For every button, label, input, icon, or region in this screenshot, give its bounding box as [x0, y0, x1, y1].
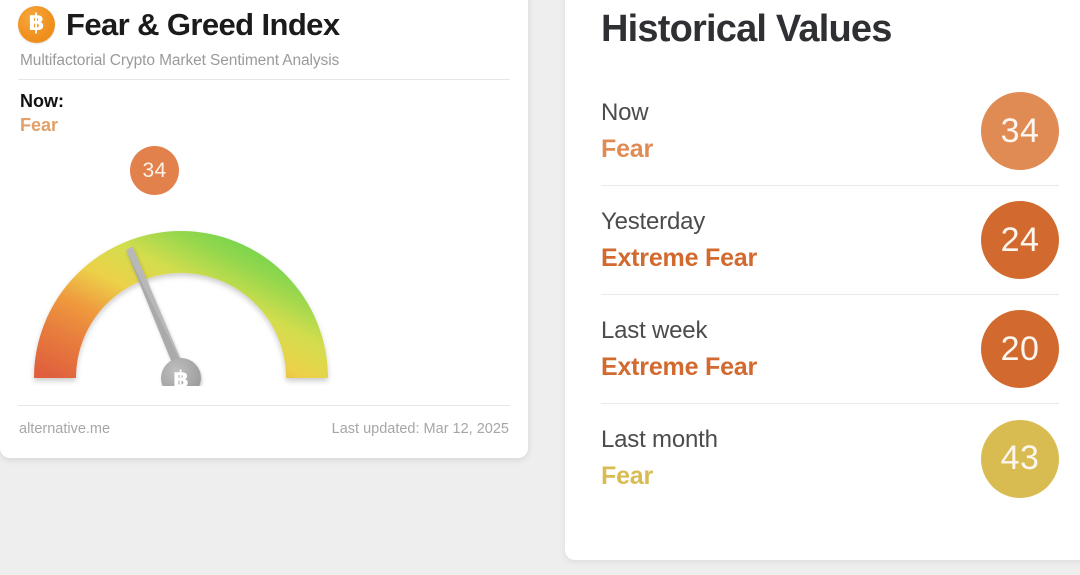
last-updated-text: Last updated: Mar 12, 2025: [331, 421, 509, 437]
row-value-badge: 34: [981, 92, 1059, 170]
row-value-badge: 20: [981, 310, 1059, 388]
now-label: Now:: [20, 91, 64, 111]
row-period: Now: [601, 98, 649, 126]
row-period: Yesterday: [601, 207, 706, 235]
row-texts: Now Fear: [601, 99, 653, 164]
card-footer: alternative.me Last updated: Mar 12, 202…: [19, 421, 509, 437]
row-period: Last week: [601, 316, 708, 344]
source-link[interactable]: alternative.me: [19, 421, 110, 437]
footer-divider: [18, 405, 510, 406]
header-divider: [18, 79, 510, 80]
row-sentiment-label: Extreme Fear: [601, 243, 758, 272]
list-item[interactable]: Now Fear 34: [601, 77, 1059, 186]
list-item[interactable]: Last month Fear 43: [601, 404, 1059, 513]
card-header: ฿ Fear & Greed Index: [18, 0, 510, 43]
gauge-chart: ฿ 34: [14, 138, 504, 386]
historical-values-title: Historical Values: [601, 8, 892, 50]
row-texts: Last week Extreme Fear: [601, 317, 757, 382]
row-sentiment-label: Fear: [601, 462, 654, 490]
row-texts: Yesterday Extreme Fear: [601, 208, 757, 273]
list-item[interactable]: Last week Extreme Fear 20: [601, 295, 1059, 404]
gauge-value-badge: 34: [130, 146, 179, 195]
row-value-badge: 24: [981, 201, 1059, 279]
row-value-badge: 43: [981, 419, 1059, 498]
bitcoin-glyph: ฿: [28, 10, 45, 36]
fear-greed-card: ฿ Fear & Greed Index Multifactorial Cryp…: [0, 0, 528, 458]
gauge-svg: ฿: [34, 231, 328, 386]
historical-values-list: Now Fear 34 Yesterday Extreme Fear 24 La…: [601, 77, 1059, 513]
page-subtitle: Multifactorial Crypto Market Sentiment A…: [20, 52, 340, 69]
row-sentiment-label: Fear: [601, 134, 654, 163]
row-period: Last month: [601, 426, 718, 453]
row-texts: Last month Fear: [601, 426, 718, 491]
svg-text:฿: ฿: [173, 367, 189, 386]
gauge-hub-icon: ฿: [161, 358, 201, 386]
bitcoin-icon: ฿: [18, 6, 55, 43]
list-item[interactable]: Yesterday Extreme Fear 24: [601, 186, 1059, 295]
row-sentiment-label: Extreme Fear: [601, 352, 758, 381]
historical-values-card: Historical Values Now Fear 34 Yesterday …: [565, 0, 1080, 560]
page-root: ฿ Fear & Greed Index Multifactorial Cryp…: [0, 0, 1080, 575]
now-sentiment-value: Fear: [20, 115, 59, 135]
page-title: Fear & Greed Index: [66, 7, 340, 42]
